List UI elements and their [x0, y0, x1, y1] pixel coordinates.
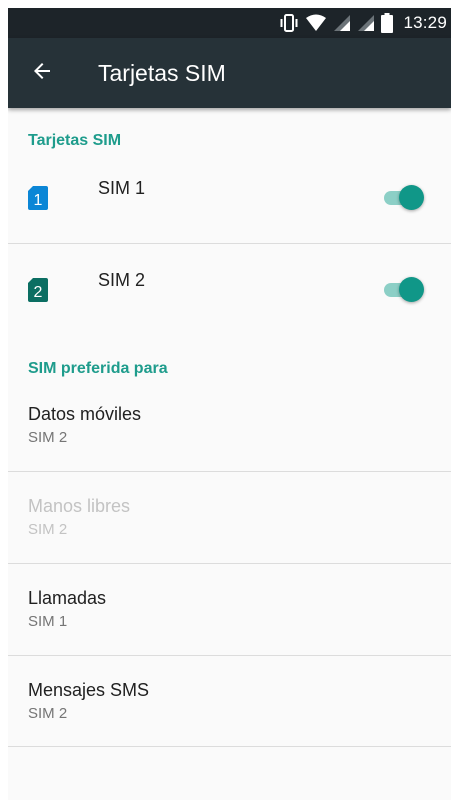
- sim-1-switch[interactable]: [382, 183, 426, 213]
- section-header-sims: Tarjetas SIM: [28, 132, 122, 149]
- pref-item-llamadas[interactable]: Llamadas SIM 1: [8, 588, 451, 678]
- svg-text:1: 1: [34, 192, 43, 209]
- pref-title: Mensajes SMS: [28, 680, 150, 700]
- status-icons: 13:29: [279, 8, 447, 38]
- app-toolbar: Tarjetas SIM: [8, 38, 451, 108]
- signal-icon: [333, 14, 351, 32]
- pref-item-datos-moviles[interactable]: Datos móviles SIM 2: [8, 404, 451, 494]
- wifi-icon: [305, 14, 327, 32]
- page-title: Tarjetas SIM: [98, 60, 226, 86]
- sim-row-1[interactable]: 1 SIM 1: [8, 168, 451, 243]
- divider: [8, 655, 451, 656]
- vibrate-icon: [279, 14, 299, 32]
- switch-thumb: [399, 185, 424, 210]
- signal-icon: [357, 14, 375, 32]
- pref-value: SIM 1: [28, 613, 68, 630]
- back-button[interactable]: [22, 53, 62, 93]
- pref-value: SIM 2: [28, 521, 68, 538]
- pref-value: SIM 2: [28, 705, 68, 722]
- switch-thumb: [399, 277, 424, 302]
- pref-title: Llamadas: [28, 588, 107, 608]
- settings-screen: 13:29 Tarjetas SIM Tarjetas SIM 1 SIM 1 …: [8, 8, 451, 800]
- divider: [8, 746, 451, 747]
- divider: [8, 243, 451, 244]
- battery-icon: [381, 13, 394, 33]
- divider: [8, 471, 451, 472]
- status-time: 13:29: [403, 13, 447, 32]
- sim-label: SIM 1: [98, 178, 146, 198]
- sim-label: SIM 2: [98, 270, 146, 290]
- status-bar: 13:29: [8, 8, 451, 38]
- pref-title: Manos libres: [28, 496, 131, 516]
- sim-card-icon: 1: [28, 186, 48, 215]
- pref-value: SIM 2: [28, 429, 68, 446]
- sim-row-2[interactable]: 2 SIM 2: [8, 260, 451, 335]
- arrow-back-icon: [30, 59, 54, 88]
- sim-2-switch[interactable]: [382, 275, 426, 305]
- section-header-preferred: SIM preferida para: [28, 360, 168, 377]
- pref-item-mensajes-sms[interactable]: Mensajes SMS SIM 2: [8, 680, 451, 770]
- pref-title: Datos móviles: [28, 404, 142, 424]
- screen-frame: 13:29 Tarjetas SIM Tarjetas SIM 1 SIM 1 …: [0, 0, 451, 800]
- pref-item-manos-libres: Manos libres SIM 2: [8, 496, 451, 586]
- divider: [8, 563, 451, 564]
- svg-text:2: 2: [34, 284, 43, 301]
- sim-card-icon: 2: [28, 278, 48, 307]
